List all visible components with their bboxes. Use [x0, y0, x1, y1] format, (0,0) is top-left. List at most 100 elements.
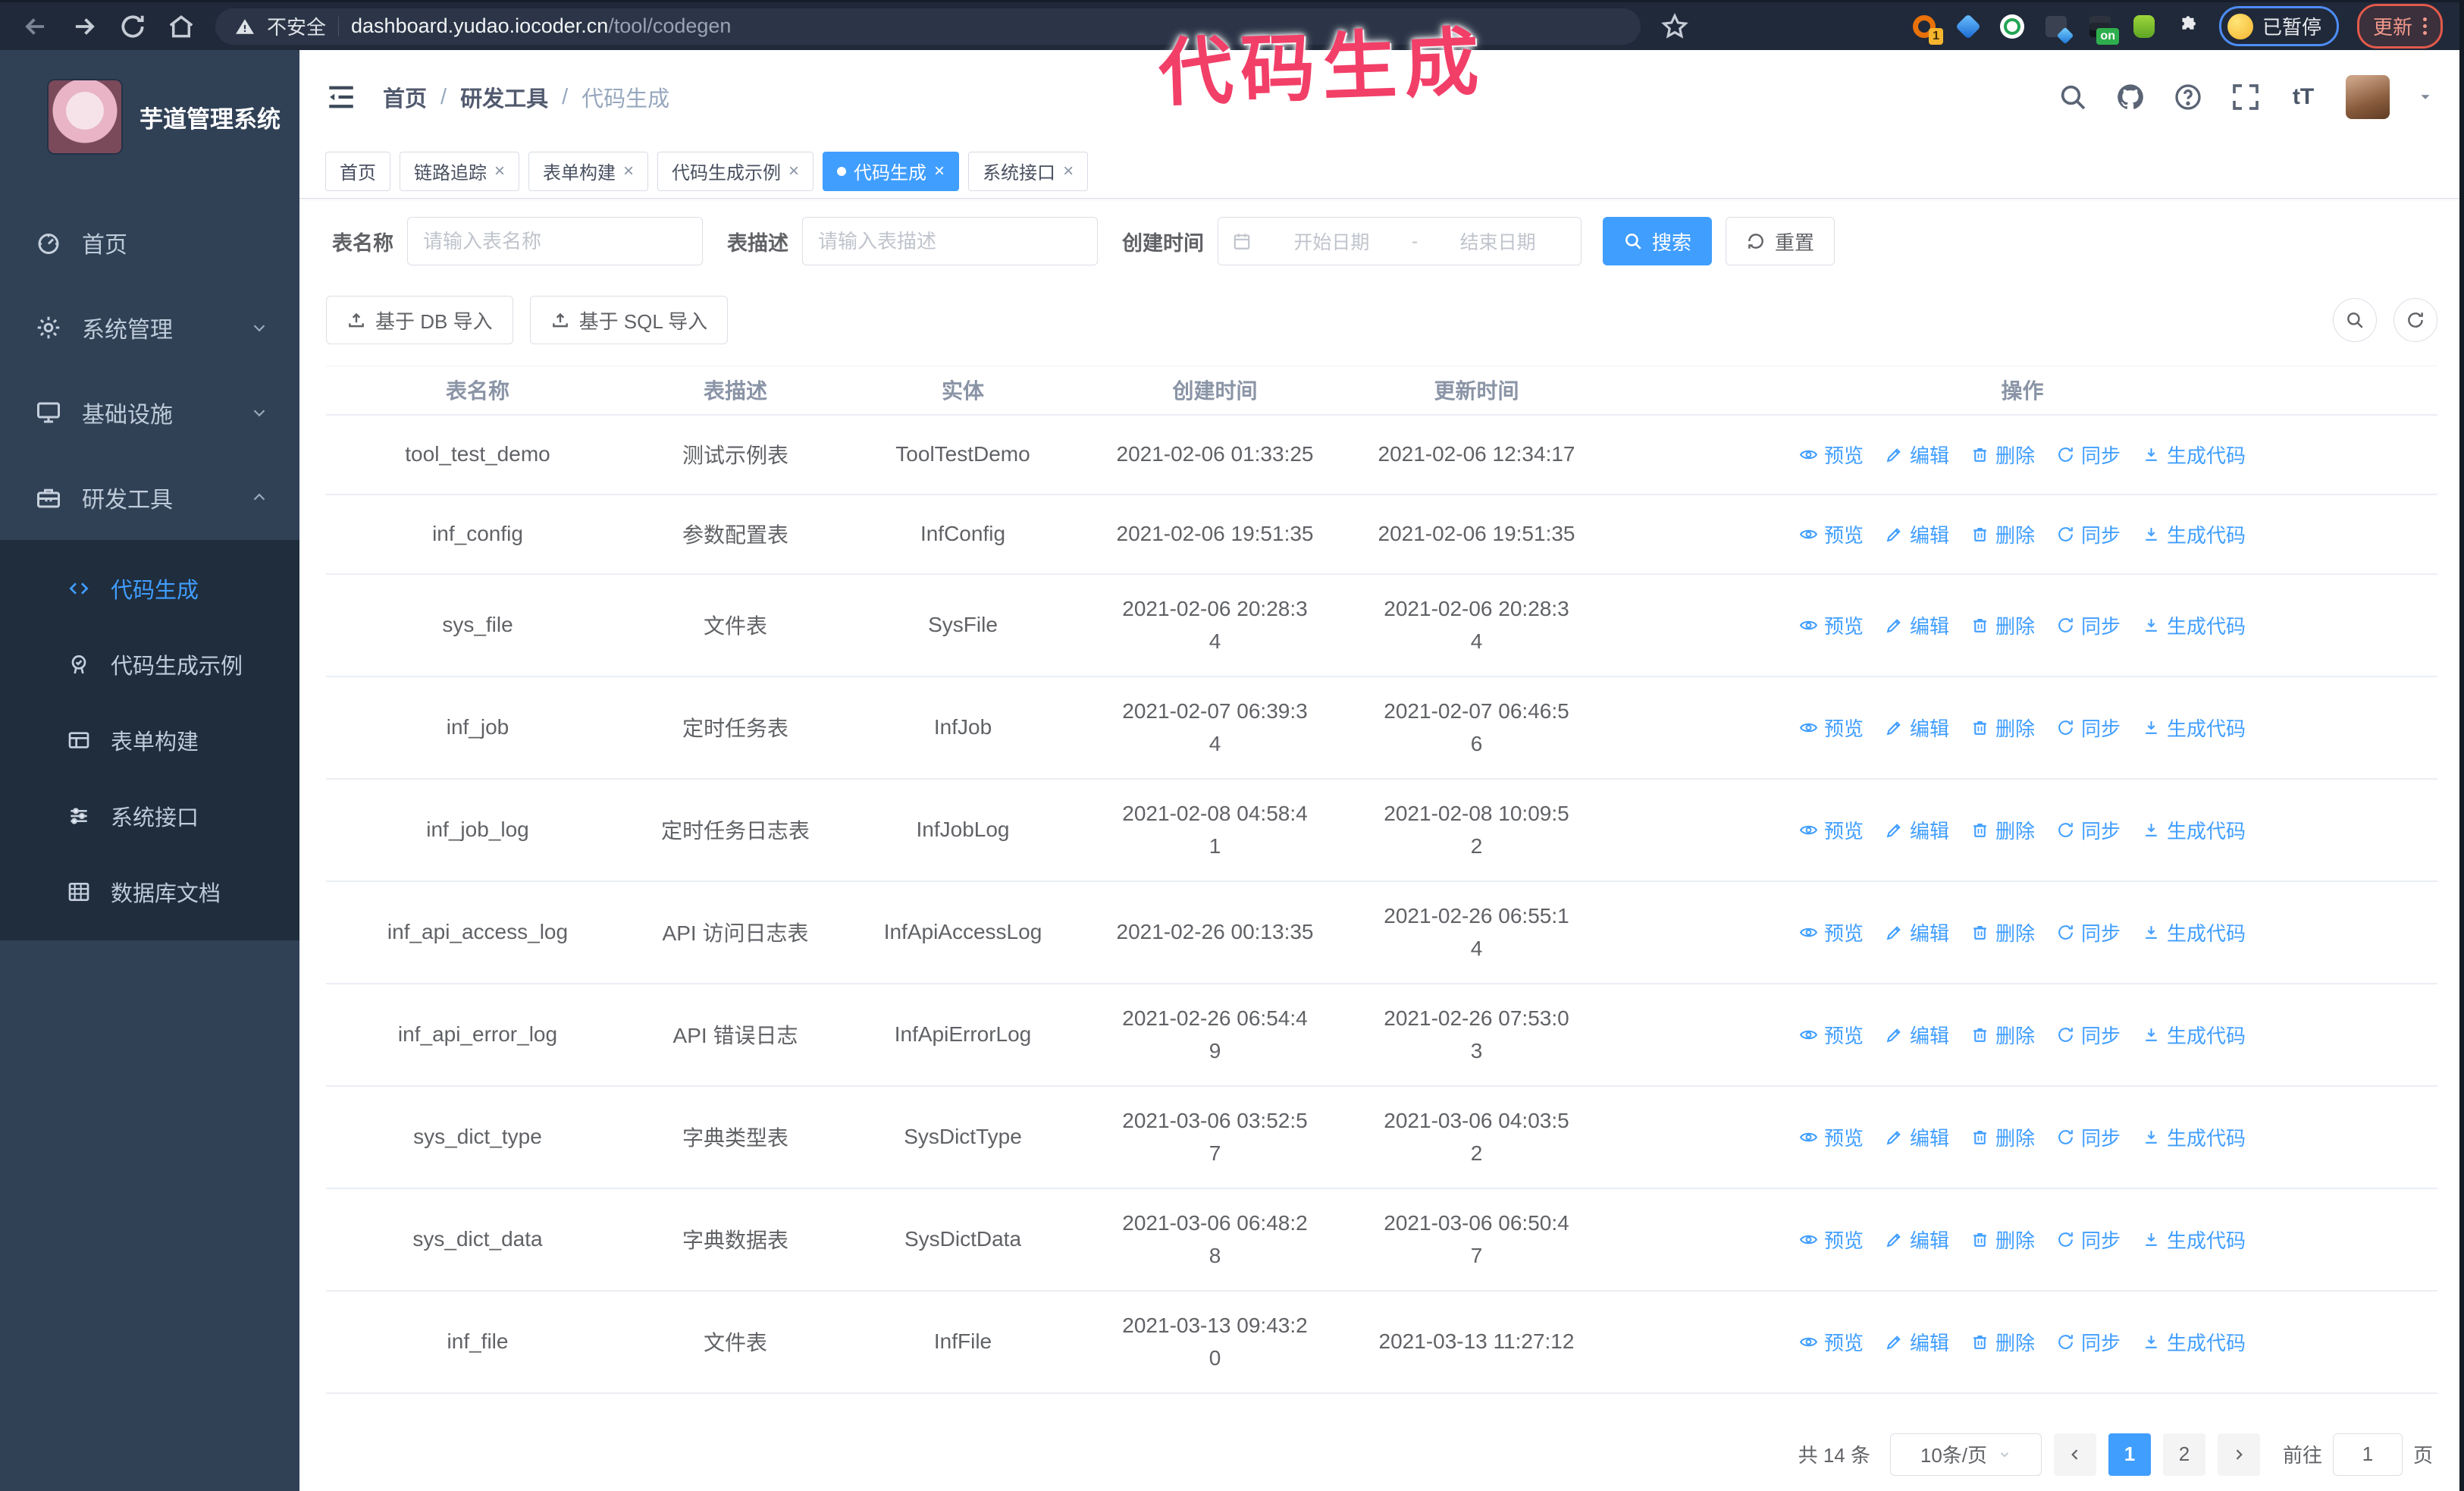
编辑-link[interactable]: 编辑	[1885, 1328, 1949, 1356]
page-button-1[interactable]: 1	[2108, 1433, 2151, 1476]
logo-row[interactable]: 芋道管理系统	[0, 50, 299, 177]
预览-link[interactable]: 预览	[1799, 611, 1864, 639]
编辑-link[interactable]: 编辑	[1885, 1226, 1949, 1254]
生成代码-link[interactable]: 生成代码	[2142, 816, 2246, 844]
forward-icon[interactable]	[70, 12, 99, 41]
sidebar-item-系统管理[interactable]: 系统管理	[0, 285, 299, 370]
生成代码-link[interactable]: 生成代码	[2142, 918, 2246, 946]
编辑-link[interactable]: 编辑	[1885, 1021, 1949, 1049]
help-icon[interactable]	[2173, 82, 2203, 112]
goto-page-input[interactable]	[2332, 1433, 2403, 1476]
close-tab-icon[interactable]: ×	[1063, 162, 1074, 180]
github-icon[interactable]	[2115, 82, 2146, 112]
search-button[interactable]: 搜索	[1603, 217, 1713, 265]
预览-link[interactable]: 预览	[1799, 520, 1864, 548]
生成代码-link[interactable]: 生成代码	[2142, 714, 2246, 742]
同步-link[interactable]: 同步	[2056, 611, 2121, 639]
chevron-down-icon[interactable]	[2417, 89, 2434, 105]
table-desc-input[interactable]	[802, 217, 1098, 265]
编辑-link[interactable]: 编辑	[1885, 1123, 1949, 1151]
bookmark-star-icon[interactable]	[1660, 12, 1689, 41]
page-button-2[interactable]: 2	[2162, 1433, 2205, 1476]
close-tab-icon[interactable]: ×	[788, 162, 799, 180]
生成代码-link[interactable]: 生成代码	[2142, 1021, 2246, 1049]
同步-link[interactable]: 同步	[2056, 520, 2121, 548]
page-tab-首页[interactable]: 首页	[325, 151, 390, 191]
page-tab-链路追踪[interactable]: 链路追踪 ×	[400, 151, 520, 191]
prev-page-button[interactable]	[2053, 1433, 2096, 1476]
编辑-link[interactable]: 编辑	[1885, 816, 1949, 844]
生成代码-link[interactable]: 生成代码	[2142, 1123, 2246, 1151]
删除-link[interactable]: 删除	[1970, 816, 2035, 844]
删除-link[interactable]: 删除	[1970, 714, 2035, 742]
refresh-button[interactable]	[2393, 298, 2437, 342]
close-tab-icon[interactable]: ×	[934, 162, 945, 180]
预览-link[interactable]: 预览	[1799, 1123, 1864, 1151]
删除-link[interactable]: 删除	[1970, 1123, 2035, 1151]
sidebar-item-首页[interactable]: 首页	[0, 200, 299, 285]
生成代码-link[interactable]: 生成代码	[2142, 441, 2246, 469]
fullscreen-icon[interactable]	[2230, 82, 2261, 112]
extension-gem-icon[interactable]	[1955, 13, 1981, 39]
toggle-search-button[interactable]	[2333, 298, 2377, 342]
编辑-link[interactable]: 编辑	[1885, 520, 1949, 548]
more-menu-icon[interactable]	[2423, 17, 2427, 35]
同步-link[interactable]: 同步	[2056, 1021, 2121, 1049]
breadcrumb-item[interactable]: 研发工具	[460, 81, 548, 113]
url-bar[interactable]: 不安全 dashboard.yudao.iocoder.cn/tool/code…	[215, 8, 1641, 45]
sidebar-subitem-代码生成示例[interactable]: 代码生成示例	[0, 626, 299, 702]
预览-link[interactable]: 预览	[1799, 1226, 1864, 1254]
home-icon[interactable]	[167, 12, 196, 41]
table-name-input[interactable]	[407, 217, 703, 265]
同步-link[interactable]: 同步	[2056, 1226, 2121, 1254]
extension-robot-icon[interactable]	[2131, 14, 2157, 39]
生成代码-link[interactable]: 生成代码	[2142, 520, 2246, 548]
同步-link[interactable]: 同步	[2056, 1328, 2121, 1356]
删除-link[interactable]: 删除	[1970, 520, 2035, 548]
sidebar-subitem-系统接口[interactable]: 系统接口	[0, 778, 299, 854]
删除-link[interactable]: 删除	[1970, 1226, 2035, 1254]
page-tab-代码生成示例[interactable]: 代码生成示例 ×	[657, 151, 814, 191]
import-sql-button[interactable]: 基于 SQL 导入	[529, 296, 729, 344]
page-tab-系统接口[interactable]: 系统接口 ×	[968, 151, 1089, 191]
close-tab-icon[interactable]: ×	[623, 162, 634, 180]
预览-link[interactable]: 预览	[1799, 441, 1864, 469]
extension-orange-icon[interactable]: 1	[1911, 14, 1943, 45]
reload-icon[interactable]	[118, 12, 147, 41]
import-db-button[interactable]: 基于 DB 导入	[326, 296, 513, 344]
删除-link[interactable]: 删除	[1970, 1328, 2035, 1356]
预览-link[interactable]: 预览	[1799, 816, 1864, 844]
同步-link[interactable]: 同步	[2056, 918, 2121, 946]
同步-link[interactable]: 同步	[2056, 816, 2121, 844]
同步-link[interactable]: 同步	[2056, 441, 2121, 469]
font-size-icon[interactable]: tT	[2288, 82, 2318, 112]
page-size-select[interactable]: 10条/页	[1889, 1433, 2042, 1476]
编辑-link[interactable]: 编辑	[1885, 918, 1949, 946]
删除-link[interactable]: 删除	[1970, 611, 2035, 639]
生成代码-link[interactable]: 生成代码	[2142, 1226, 2246, 1254]
编辑-link[interactable]: 编辑	[1885, 714, 1949, 742]
back-icon[interactable]	[21, 12, 50, 41]
预览-link[interactable]: 预览	[1799, 714, 1864, 742]
page-tab-代码生成[interactable]: 代码生成 ×	[823, 151, 960, 191]
sidebar-subitem-表单构建[interactable]: 表单构建	[0, 702, 299, 778]
search-icon[interactable]	[2058, 82, 2088, 112]
extension-check-icon[interactable]	[1999, 14, 2025, 39]
extensions-puzzle-icon[interactable]	[2175, 14, 2201, 39]
预览-link[interactable]: 预览	[1799, 918, 1864, 946]
预览-link[interactable]: 预览	[1799, 1328, 1864, 1356]
同步-link[interactable]: 同步	[2056, 714, 2121, 742]
编辑-link[interactable]: 编辑	[1885, 611, 1949, 639]
生成代码-link[interactable]: 生成代码	[2142, 611, 2246, 639]
reset-button[interactable]: 重置	[1726, 217, 1835, 265]
删除-link[interactable]: 删除	[1970, 918, 2035, 946]
删除-link[interactable]: 删除	[1970, 441, 2035, 469]
page-tab-表单构建[interactable]: 表单构建 ×	[528, 151, 649, 191]
sidebar-subitem-代码生成[interactable]: 代码生成	[0, 551, 299, 626]
同步-link[interactable]: 同步	[2056, 1123, 2121, 1151]
paused-pill[interactable]: 已暂停	[2218, 6, 2339, 46]
breadcrumb-item[interactable]: 首页	[383, 81, 427, 113]
close-tab-icon[interactable]: ×	[494, 162, 505, 180]
avatar[interactable]	[2346, 75, 2390, 119]
next-page-button[interactable]	[2217, 1433, 2260, 1476]
